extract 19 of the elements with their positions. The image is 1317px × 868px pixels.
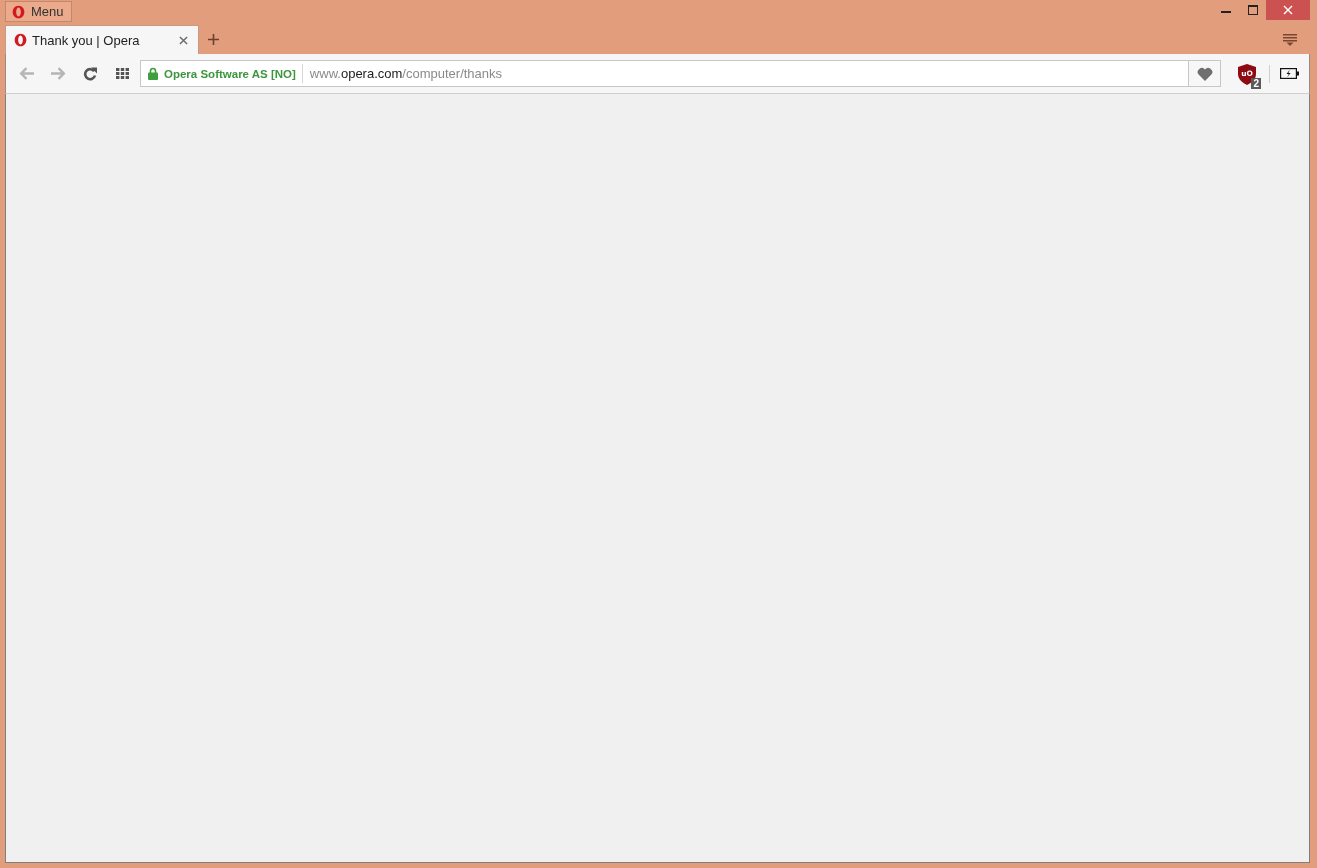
tab[interactable]: Thank you | Opera <box>5 25 199 54</box>
grid-icon[interactable] <box>115 68 129 79</box>
close-icon[interactable] <box>179 35 188 45</box>
url-text: www.opera.com/computer/thanks <box>309 66 503 81</box>
minimize-icon <box>1220 11 1231 13</box>
heart-icon <box>1196 66 1213 81</box>
close-icon <box>1283 5 1293 15</box>
list-menu-icon[interactable] <box>1283 33 1297 46</box>
count-badge: 2 <box>1251 78 1261 89</box>
opera-logo-icon <box>14 33 27 47</box>
opera-logo-icon <box>12 4 25 19</box>
reload-icon[interactable] <box>83 66 97 81</box>
menu-button[interactable]: Menu <box>5 1 72 22</box>
certificate-label[interactable]: Opera Software AS [NO] <box>164 67 296 80</box>
battery-icon[interactable] <box>1280 68 1299 79</box>
bookmark-button[interactable] <box>1188 61 1220 86</box>
maximize-icon <box>1247 5 1258 15</box>
address-field[interactable]: Opera Software AS [NO] www.opera.com/computer/thanks <box>140 60 1221 87</box>
plus-icon[interactable] <box>208 34 219 45</box>
